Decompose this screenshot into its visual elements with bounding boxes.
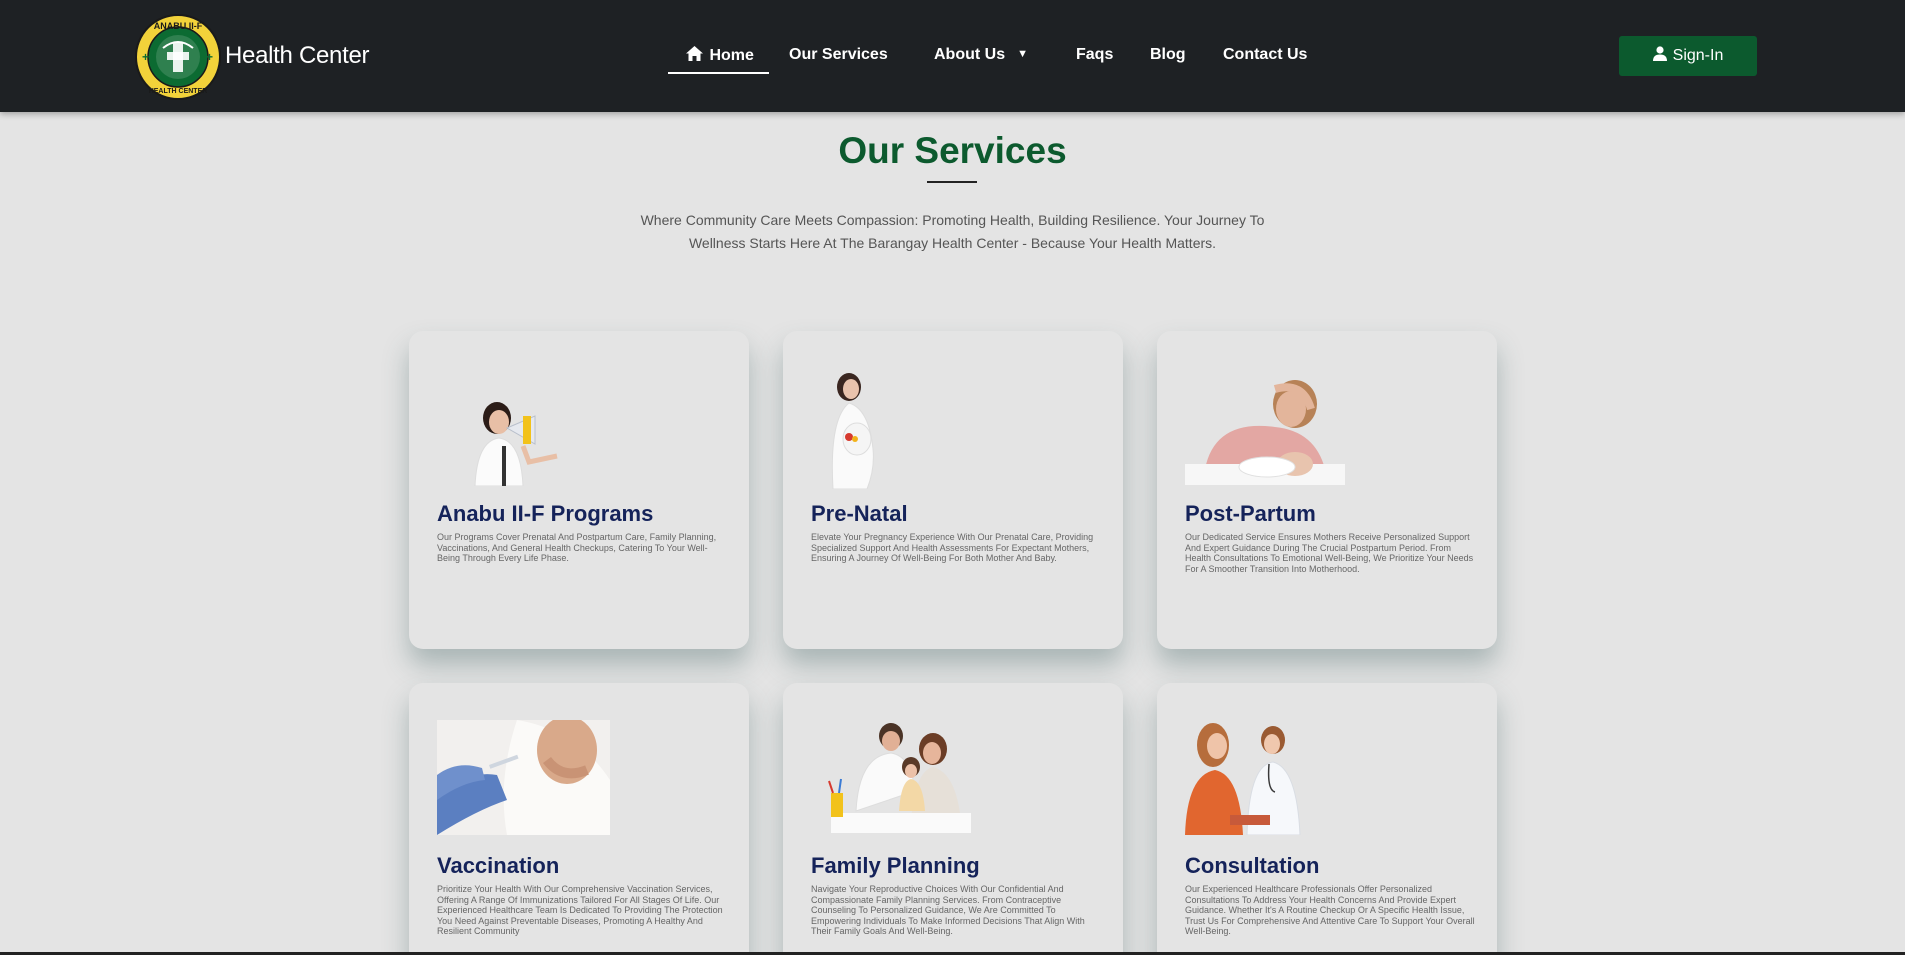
service-card-prenatal[interactable]: Pre-Natal Elevate Your Pregnancy Experie… [783, 331, 1123, 649]
sign-in-button[interactable]: Sign-In [1619, 36, 1757, 76]
service-card-vaccination[interactable]: Vaccination Prioritize Your Health With … [409, 683, 749, 955]
service-card-consultation[interactable]: Consultation Our Experienced Healthcare … [1157, 683, 1497, 955]
card-description: Navigate Your Reproductive Choices With … [811, 884, 1085, 936]
svg-text:+: + [142, 50, 149, 64]
sign-in-label: Sign-In [1672, 47, 1724, 64]
svg-text:+: + [206, 50, 213, 64]
nav-faqs[interactable]: Faqs [1076, 46, 1113, 64]
brand-name[interactable]: Health Center [225, 42, 369, 70]
card-description: Our Programs Cover Prenatal And Postpart… [437, 532, 717, 563]
card-title: Pre-Natal [811, 501, 908, 526]
card-title: Vaccination [437, 853, 560, 878]
nav-contact-us[interactable]: Contact Us [1223, 46, 1307, 64]
section-title: Our Services [838, 130, 1067, 171]
home-icon [686, 46, 709, 64]
family-image [811, 721, 976, 840]
caret-down-icon: ▼ [1017, 48, 1028, 60]
pregnant-woman-image [811, 369, 891, 494]
card-title: Family Planning [811, 853, 980, 878]
title-divider [927, 181, 977, 183]
svg-text:HEALTH CENTER: HEALTH CENTER [149, 88, 208, 95]
card-description: Our Experienced Healthcare Professionals… [1185, 884, 1475, 936]
nav-home-label: Home [709, 47, 754, 64]
nav-our-services[interactable]: Our Services [789, 46, 888, 64]
user-icon [1652, 46, 1673, 66]
active-nav-underline [668, 72, 769, 74]
vaccination-image [437, 716, 610, 840]
nav-home[interactable]: Home [686, 46, 754, 65]
health-center-logo[interactable]: ANABU II-F HEALTH CENTER + + [135, 14, 221, 100]
service-card-postpartum[interactable]: Post-Partum Our Dedicated Service Ensure… [1157, 331, 1497, 649]
card-title: Consultation [1185, 853, 1320, 878]
service-card-family-planning[interactable]: Family Planning Navigate Your Reproducti… [783, 683, 1123, 955]
nav-about-us[interactable]: About Us ▼ [934, 46, 1028, 64]
nav-blog[interactable]: Blog [1150, 46, 1186, 64]
card-description: Our Dedicated Service Ensures Mothers Re… [1185, 532, 1474, 574]
doctor-patient-image [1185, 720, 1315, 840]
card-title: Post-Partum [1185, 501, 1316, 526]
woman-megaphone-image [437, 386, 577, 491]
svg-text:ANABU II-F: ANABU II-F [154, 21, 203, 31]
nav-about-label: About Us [934, 46, 1006, 63]
card-description: Prioritize Your Health With Our Comprehe… [437, 884, 723, 936]
card-description: Elevate Your Pregnancy Experience With O… [811, 532, 1094, 563]
card-title: Anabu II-F Programs [437, 501, 654, 526]
top-navbar: ANABU II-F HEALTH CENTER + + Health Cent… [0, 0, 1905, 112]
mother-baby-image [1185, 369, 1345, 490]
service-card-programs[interactable]: Anabu II-F Programs Our Programs Cover P… [409, 331, 749, 649]
section-intro: Where Community Care Meets Compassion: P… [640, 212, 1265, 251]
